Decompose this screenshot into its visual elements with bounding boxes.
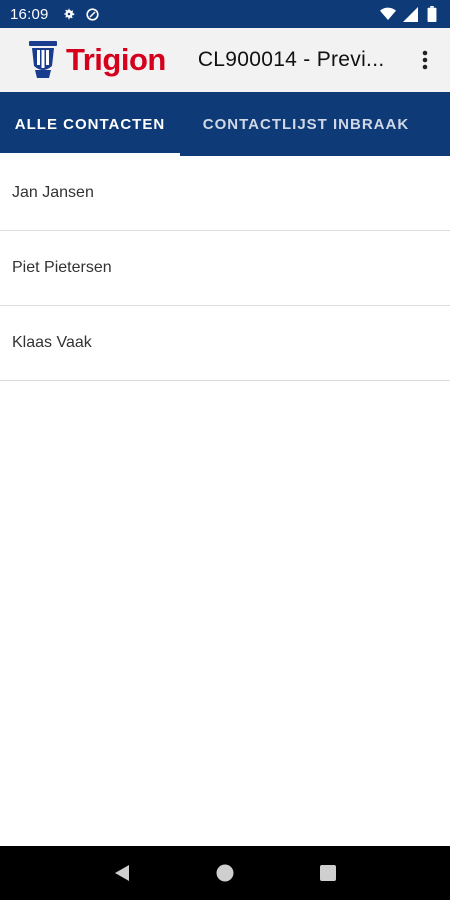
- status-bar: 16:09: [0, 0, 450, 28]
- page-title: CL900014 - Previ...: [197, 48, 385, 71]
- data-saver-icon: [85, 6, 101, 22]
- battery-icon: [424, 6, 440, 22]
- back-icon: [114, 865, 129, 881]
- home-icon: [216, 864, 234, 882]
- tab-label: CONTACTLIJST INBRAAK: [202, 115, 410, 133]
- recents-button[interactable]: [308, 853, 348, 893]
- home-button[interactable]: [205, 853, 245, 893]
- tab-contactlijst-inbraak[interactable]: CONTACTLIJST INBRAAK: [180, 92, 432, 156]
- wifi-icon: [380, 6, 396, 22]
- contact-item[interactable]: Klaas Vaak: [0, 306, 450, 381]
- contact-name: Klaas Vaak: [12, 334, 92, 351]
- status-time: 16:09: [10, 5, 49, 23]
- contact-list: Jan Jansen Piet Pietersen Klaas Vaak: [0, 156, 450, 381]
- back-button[interactable]: [102, 853, 142, 893]
- contact-item[interactable]: Piet Pietersen: [0, 231, 450, 306]
- signal-icon: [402, 6, 418, 22]
- more-options-button[interactable]: [414, 46, 436, 74]
- contact-name: Piet Pietersen: [12, 259, 112, 276]
- gear-icon: [61, 6, 77, 22]
- contact-name: Jan Jansen: [12, 184, 94, 201]
- tab-label: ALLE CONTACTEN: [14, 115, 166, 133]
- trigion-logo-icon: [29, 41, 57, 78]
- app-bar: Trigion CL900014 - Previ...: [0, 28, 450, 92]
- tab-alle-contacten[interactable]: ALLE CONTACTEN: [0, 92, 180, 156]
- trigion-logo: Trigion: [28, 40, 166, 80]
- recents-icon: [320, 865, 337, 881]
- status-right-icons: [380, 6, 440, 22]
- logo-text: Trigion: [66, 42, 166, 77]
- status-left-icons: [61, 6, 101, 22]
- navigation-bar: [0, 846, 450, 900]
- tab-bar: ALLE CONTACTEN CONTACTLIJST INBRAAK: [0, 92, 450, 156]
- contact-item[interactable]: Jan Jansen: [0, 156, 450, 231]
- more-vert-icon: [422, 50, 428, 70]
